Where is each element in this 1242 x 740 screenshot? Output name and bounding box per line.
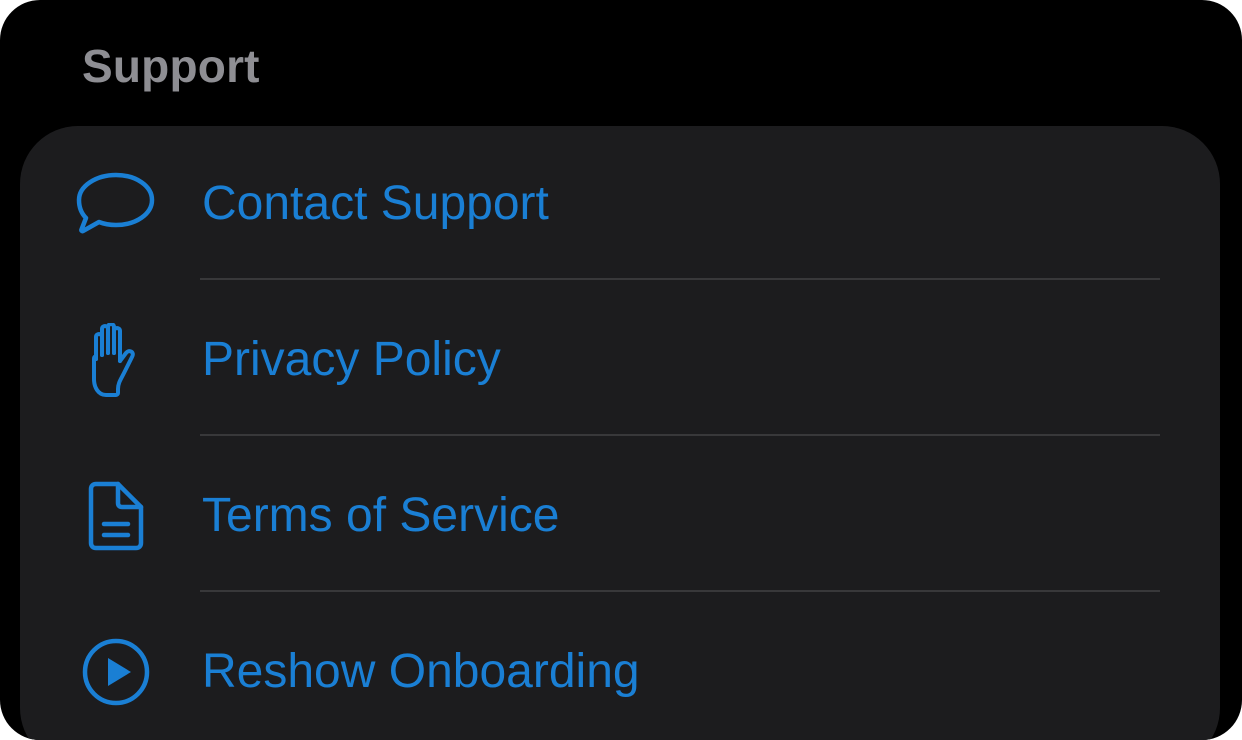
separator	[200, 278, 1160, 280]
reshow-onboarding-row[interactable]: Reshow Onboarding	[20, 594, 1220, 740]
privacy-policy-row[interactable]: Privacy Policy	[20, 282, 1220, 438]
terms-of-service-row[interactable]: Terms of Service	[20, 438, 1220, 594]
privacy-policy-label: Privacy Policy	[202, 333, 501, 386]
reshow-onboarding-label: Reshow Onboarding	[202, 645, 640, 698]
document-icon	[72, 472, 160, 560]
separator	[200, 590, 1160, 592]
terms-of-service-label: Terms of Service	[202, 489, 560, 542]
settings-screen: Support Contact Support Privacy Policy T…	[0, 0, 1242, 740]
speech-bubble-icon	[72, 160, 160, 248]
contact-support-label: Contact Support	[202, 177, 549, 230]
contact-support-row[interactable]: Contact Support	[20, 126, 1220, 282]
support-group: Contact Support Privacy Policy Terms of …	[20, 126, 1220, 740]
section-header: Support	[82, 40, 260, 92]
play-circle-icon	[72, 628, 160, 716]
separator	[200, 434, 1160, 436]
raised-hand-icon	[72, 316, 160, 404]
